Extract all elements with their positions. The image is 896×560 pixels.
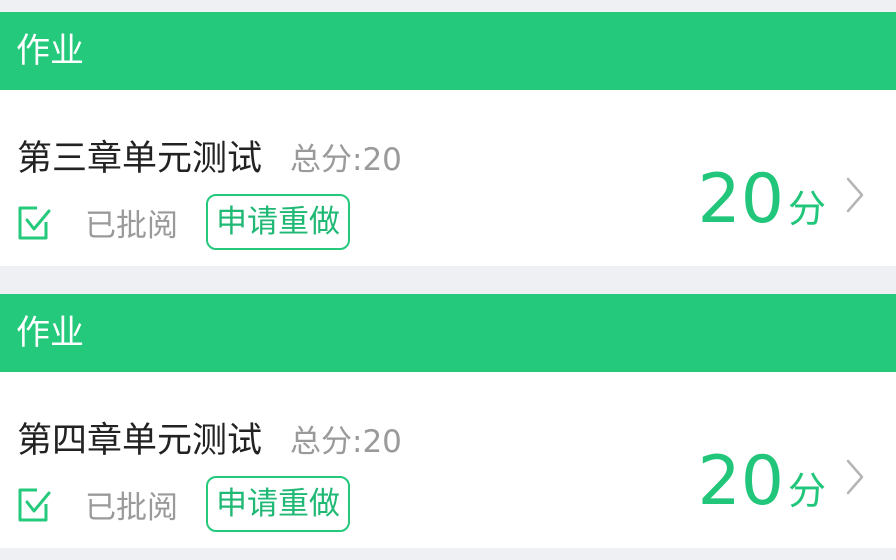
score-value: 20	[697, 160, 784, 239]
status-row: 已批阅 申请重做	[15, 194, 350, 250]
status-row: 已批阅 申请重做	[15, 476, 350, 532]
assignment-title: 第四章单元测试	[17, 421, 263, 461]
assignment-card[interactable]: 作业 第四章单元测试 总分:20 已批阅 申请重做 20 分	[0, 294, 896, 548]
chevron-right-icon[interactable]	[844, 176, 866, 214]
request-redo-button[interactable]: 申请重做	[206, 476, 350, 532]
review-status: 已批阅	[85, 489, 178, 526]
check-square-icon	[15, 483, 57, 525]
score-unit: 分	[787, 187, 826, 231]
card-body[interactable]: 第四章单元测试 总分:20 已批阅 申请重做 20 分	[0, 372, 896, 548]
check-square-icon	[15, 201, 57, 243]
assignment-list: 作业 第三章单元测试 总分:20 已批阅 申请重做 20 分 作业 第四章单元测…	[0, 0, 896, 560]
chevron-right-icon[interactable]	[844, 458, 866, 496]
score: 20 分	[697, 448, 826, 516]
score-value: 20	[697, 442, 784, 521]
card-header: 作业	[0, 12, 896, 90]
request-redo-button[interactable]: 申请重做	[206, 194, 350, 250]
assignment-title: 第三章单元测试	[17, 139, 263, 179]
score-unit: 分	[787, 469, 826, 513]
title-row: 第四章单元测试 总分:20	[17, 412, 402, 463]
assignment-card[interactable]: 作业 第三章单元测试 总分:20 已批阅 申请重做 20 分	[0, 12, 896, 266]
card-header: 作业	[0, 294, 896, 372]
card-body[interactable]: 第三章单元测试 总分:20 已批阅 申请重做 20 分	[0, 90, 896, 266]
total-score: 总分:20	[290, 424, 402, 460]
review-status: 已批阅	[85, 207, 178, 244]
score: 20 分	[697, 166, 826, 234]
title-row: 第三章单元测试 总分:20	[17, 130, 402, 181]
total-score: 总分:20	[290, 142, 402, 178]
